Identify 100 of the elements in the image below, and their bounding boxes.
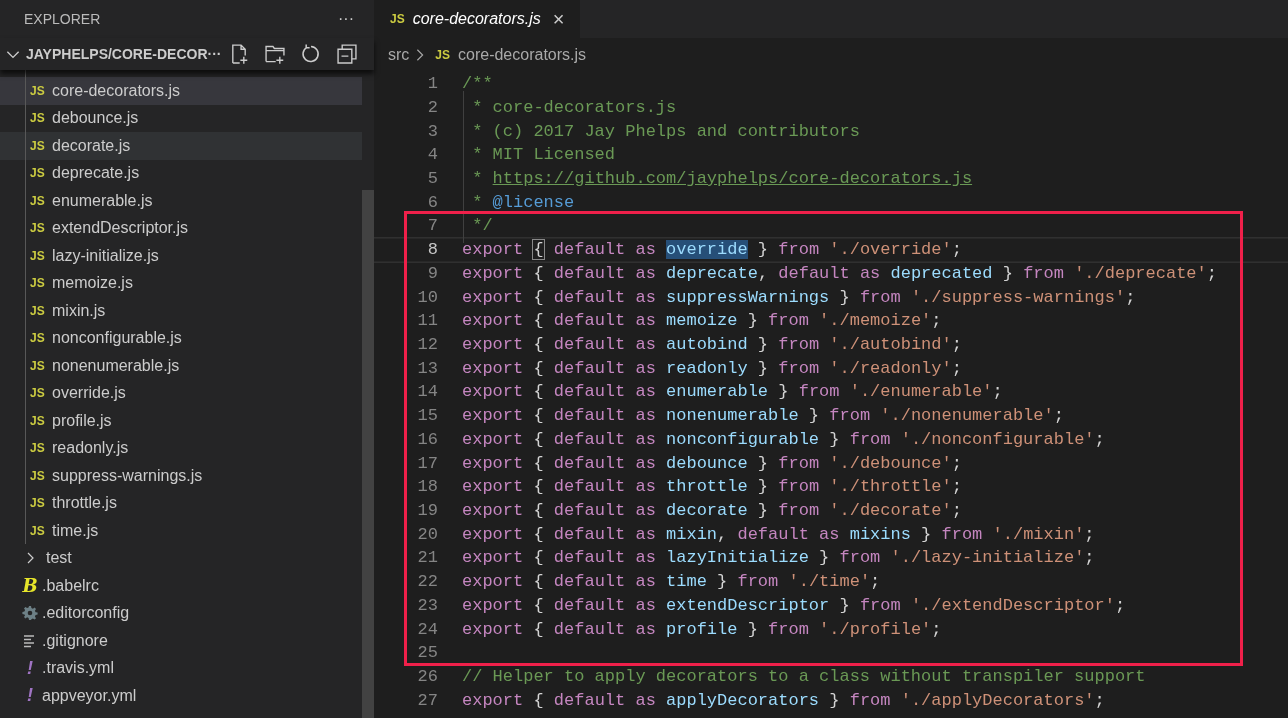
code-line: export { default as profile } from './profile'; (462, 618, 942, 641)
file-item[interactable]: JS decorate.js (0, 132, 362, 160)
js-file-icon: JS (30, 466, 52, 485)
line-number: 6 (426, 191, 438, 214)
file-item[interactable]: JS nonconfigurable.js (0, 324, 362, 352)
line-number: 27 (416, 689, 438, 712)
code-comment: * https://github.com/jayphelps/core-decorators.js (471, 168, 973, 190)
line-number: 11 (416, 310, 438, 333)
file-item[interactable]: JS enumerable.js (0, 187, 362, 215)
file-item[interactable]: ! .travis.yml (0, 654, 362, 682)
code-line: export { default as nonconfigurable } from './nonconfigurable'; (462, 428, 1105, 451)
collapse-all-icon[interactable] (336, 43, 358, 65)
link[interactable]: https://github.com/jayphelps/core-decorators.js (492, 169, 973, 188)
js-file-icon: JS (30, 301, 52, 320)
file-item[interactable]: JS extendDescriptor.js (0, 214, 362, 242)
js-file-icon: JS (30, 384, 52, 403)
file-item[interactable]: ! appveyor.yml (0, 682, 362, 710)
file-item[interactable]: JS suppress-warnings.js (0, 462, 362, 490)
code-comment: // Helper to apply decorators to a class without transpiler support (462, 666, 1146, 689)
breadcrumb-item[interactable]: src (388, 43, 410, 67)
line-number: 18 (416, 476, 438, 499)
scrollbar-thumb[interactable] (362, 190, 374, 718)
js-file-icon: JS (30, 411, 52, 430)
gear-icon (22, 605, 38, 622)
code-line: export { default as mixin, default as mixins } from './mixin'; (462, 523, 1095, 546)
line-number: 22 (416, 571, 438, 594)
js-file-icon: JS (30, 109, 52, 128)
file-item[interactable]: .editorconfig (0, 599, 362, 627)
folder-item[interactable]: test (0, 544, 362, 572)
code-line: export { default as nonenumerable } from './nonenumerable'; (462, 405, 1064, 428)
code-line: export { default as throttle } from './throttle'; (462, 476, 962, 499)
js-file-icon: JS (30, 356, 52, 375)
refresh-icon[interactable] (300, 43, 322, 65)
js-file-icon: JS (30, 164, 52, 183)
line-number: 17 (416, 452, 438, 475)
line-number: 1 (426, 73, 438, 96)
js-file-icon: JS (30, 81, 52, 100)
file-item[interactable]: JS time.js (0, 517, 362, 545)
file-item[interactable]: JS lazy-initialize.js (0, 242, 362, 270)
line-number: 5 (426, 168, 438, 190)
js-file-icon: JS (30, 219, 52, 238)
line-number: 20 (416, 523, 438, 546)
file-item[interactable]: JS nonenumerable.js (0, 352, 362, 380)
file-item[interactable]: JS deprecate.js (0, 159, 362, 187)
line-number: 7 (426, 215, 438, 238)
js-file-icon: JS (30, 521, 52, 540)
code-comment: */ (471, 215, 493, 238)
folder-header[interactable]: JAYPHELPS/CORE-DECOR··· (26, 43, 222, 65)
babel-icon: B (18, 572, 42, 600)
code-comment: * (c) 2017 Jay Phelps and contributors (471, 120, 860, 143)
line-number: 25 (416, 642, 438, 665)
code-line: export { default as enumerable } from './enumerable'; (462, 381, 1003, 404)
code-line: export { default as autobind } from './autobind'; (462, 334, 962, 356)
editor-tab[interactable]: JS core-decorators.js × (374, 0, 581, 38)
js-file-icon: JS (30, 274, 52, 293)
file-item[interactable]: JS debounce.js (0, 104, 362, 132)
file-item[interactable]: JS memoize.js (0, 269, 362, 297)
line-number: 12 (416, 334, 438, 356)
code-line: export { default as time } from './time'; (462, 571, 881, 594)
sidebar-title: EXPLORER (24, 9, 101, 29)
code-line: export { default as decorate } from './decorate'; (462, 500, 962, 523)
new-folder-icon[interactable] (264, 43, 286, 65)
file-item[interactable]: .gitignore (0, 627, 362, 655)
line-number: 13 (416, 357, 438, 380)
file-item[interactable]: JS core-decorators.js (0, 77, 362, 105)
file-item[interactable]: B .babelrc (0, 572, 362, 600)
line-number: 23 (416, 594, 438, 617)
code-comment: * MIT Licensed (471, 144, 616, 167)
file-item[interactable]: JS mixin.js (0, 297, 362, 325)
line-number: 19 (416, 500, 438, 523)
js-file-icon: JS (435, 46, 450, 64)
line-number: 26 (416, 666, 438, 689)
line-number: 16 (416, 428, 438, 451)
code-line: export { default as deprecate, default as deprecated } from './deprecate'; (462, 262, 1217, 285)
breadcrumb-item[interactable]: core-decorators.js (458, 43, 587, 67)
js-file-icon: JS (30, 494, 52, 513)
code-line: export { default as suppressWarnings } from './suppress-warnings'; (462, 286, 1136, 309)
more-actions-button[interactable]: ··· (338, 11, 354, 27)
file-item[interactable]: JS profile.js (0, 407, 362, 435)
line-number: 10 (416, 286, 438, 309)
js-file-icon: JS (30, 136, 52, 155)
code-comment: * @license (471, 191, 575, 214)
line-number: 14 (416, 381, 438, 404)
js-file-icon: JS (30, 329, 52, 348)
line-number: 8 (426, 239, 438, 262)
line-number: 9 (426, 262, 438, 285)
code-comment: /** (462, 73, 493, 96)
close-icon[interactable]: × (552, 9, 565, 29)
exclamation-icon: ! (18, 682, 42, 710)
code-line: export { default as applyDecorators } from './applyDecorators'; (462, 689, 1105, 712)
file-item[interactable]: JS readonly.js (0, 434, 362, 462)
code-line: export { default as lazyInitialize } from './lazy-initialize'; (462, 547, 1095, 570)
code-comment: * core-decorators.js (471, 96, 677, 119)
line-number: 3 (426, 120, 438, 143)
file-item[interactable]: JS throttle.js (0, 489, 362, 517)
exclamation-icon: ! (18, 654, 42, 682)
js-file-icon: JS (30, 191, 52, 210)
js-file-icon: JS (30, 439, 52, 458)
file-item[interactable]: JS override.js (0, 379, 362, 407)
code-line: export { default as readonly } from './readonly'; (462, 357, 962, 380)
